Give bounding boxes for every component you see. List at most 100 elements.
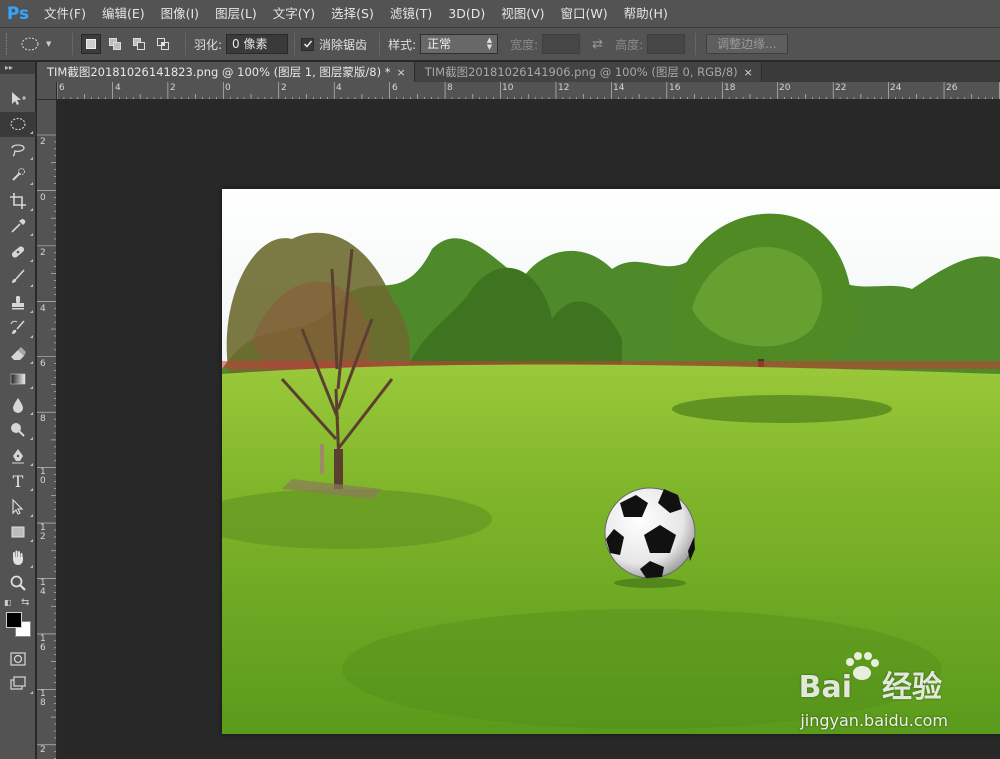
quick-mask-icon	[10, 652, 26, 666]
crop-icon	[10, 192, 26, 209]
tool-preset-picker[interactable]: ▼	[20, 32, 64, 56]
pen-tool[interactable]	[0, 443, 36, 469]
gradient-icon	[10, 373, 26, 385]
ruler-label: 14	[613, 83, 625, 93]
dodge-tool[interactable]	[0, 418, 36, 444]
document-tab-active[interactable]: TIM截图20181026141823.png @ 100% (图层 1, 图层…	[37, 62, 415, 82]
menu-window[interactable]: 窗口(W)	[553, 0, 616, 28]
type-tool[interactable]: T	[0, 469, 36, 495]
menu-image[interactable]: 图像(I)	[153, 0, 207, 28]
feather-input[interactable]: 0 像素	[226, 34, 289, 54]
add-selection-icon	[109, 38, 121, 50]
feather-label: 羽化:	[194, 37, 223, 52]
height-input[interactable]	[647, 34, 686, 54]
menu-edit[interactable]: 编辑(E)	[94, 0, 153, 28]
style-select[interactable]: 正常 ▲ ▼	[420, 34, 499, 54]
move-tool[interactable]	[0, 86, 36, 112]
quick-selection-tool[interactable]	[0, 163, 36, 189]
ellipse-marquee-icon	[10, 118, 26, 131]
lasso-icon	[11, 144, 25, 157]
menu-filter[interactable]: 滤镜(T)	[382, 0, 440, 28]
menu-view[interactable]: 视图(V)	[493, 0, 552, 28]
ruler-label: 24	[890, 83, 902, 93]
screen-mode-button[interactable]	[0, 672, 36, 698]
horizontal-ruler-ticks	[57, 82, 1000, 99]
history-brush-icon	[10, 320, 25, 335]
menu-3d[interactable]: 3D(D)	[440, 0, 493, 28]
document-canvas[interactable]: Bai 经验 jingyan.baidu.com	[222, 189, 1000, 734]
move-icon	[12, 91, 26, 105]
default-colors-icon[interactable]: ◧	[4, 598, 12, 607]
options-grip[interactable]	[6, 33, 10, 55]
tools-panel: ▸▸ T ◧ ⇆	[0, 62, 36, 759]
menu-file[interactable]: 文件(F)	[36, 0, 94, 28]
height-label: 高度:	[615, 37, 644, 52]
hand-tool[interactable]	[0, 545, 36, 571]
vertical-ruler[interactable]: 2 0 2 4 6 8 10 12 14 16 18 2	[37, 100, 57, 759]
close-icon[interactable]: ×	[744, 66, 753, 79]
pen-icon	[12, 448, 24, 464]
menu-bar: Ps 文件(F) 编辑(E) 图像(I) 图层(L) 文字(Y) 选择(S) 滤…	[0, 0, 1000, 28]
path-selection-icon	[12, 498, 24, 515]
clone-stamp-tool[interactable]	[0, 290, 36, 316]
lasso-tool[interactable]	[0, 137, 36, 163]
horizontal-ruler[interactable]: 6 4 2 0 2 4 6 8 10 12 14 16 18 20 22 24 …	[57, 82, 1000, 100]
menu-help[interactable]: 帮助(H)	[616, 0, 676, 28]
quick-selection-icon	[12, 168, 25, 181]
stamp-icon	[12, 295, 24, 310]
brush-tool[interactable]	[0, 265, 36, 291]
intersect-selection-button[interactable]	[153, 34, 173, 54]
ruler-label: 4	[40, 304, 46, 314]
options-bar: ▼ 羽化: 0 像素 消除锯齿 样式: 正常 ▲ ▼ 宽度: ⇄ 高度: 调整边缘…	[0, 28, 1000, 61]
new-selection-button[interactable]	[81, 34, 101, 54]
spot-healing-tool[interactable]	[0, 239, 36, 265]
ruler-label: 4	[115, 83, 121, 93]
crop-tool[interactable]	[0, 188, 36, 214]
swap-colors-icon[interactable]: ⇆	[21, 597, 29, 608]
photoshop-logo: Ps	[6, 3, 30, 24]
path-selection-tool[interactable]	[0, 494, 36, 520]
elliptical-marquee-tool[interactable]	[0, 111, 36, 137]
blur-tool[interactable]	[0, 392, 36, 418]
ruler-label: 6	[59, 83, 65, 93]
ruler-label: 8	[447, 83, 453, 93]
drop-icon	[13, 397, 23, 413]
zoom-tool[interactable]	[0, 571, 36, 597]
ruler-label: 2	[170, 83, 176, 93]
history-brush-tool[interactable]	[0, 316, 36, 342]
document-tab-inactive[interactable]: TIM截图20181026141906.png @ 100% (图层 0, RG…	[414, 62, 762, 82]
bandage-icon	[11, 246, 25, 258]
ruler-label: 18	[40, 689, 46, 708]
width-input[interactable]	[542, 34, 581, 54]
eyedropper-icon	[11, 219, 26, 233]
foreground-color-swatch[interactable]	[6, 612, 22, 628]
menu-type[interactable]: 文字(Y)	[265, 0, 323, 28]
brush-icon	[12, 269, 25, 284]
ruler-label: 12	[40, 523, 46, 542]
ruler-origin[interactable]	[37, 82, 57, 100]
add-selection-button[interactable]	[105, 34, 125, 54]
ruler-label: 2	[281, 83, 287, 93]
eyedropper-tool[interactable]	[0, 214, 36, 240]
ruler-label: 2	[40, 248, 46, 258]
tools-panel-header[interactable]: ▸▸	[0, 62, 35, 74]
ruler-label: 2	[40, 745, 46, 755]
updown-arrows-icon: ▲ ▼	[486, 36, 493, 51]
refine-edge-button[interactable]: 调整边缘...	[706, 34, 788, 54]
subtract-selection-button[interactable]	[129, 34, 149, 54]
canvas-workspace[interactable]: Bai 经验 jingyan.baidu.com	[57, 100, 1000, 759]
close-icon[interactable]: ×	[397, 66, 406, 79]
rectangle-tool[interactable]	[0, 520, 36, 546]
menu-layer[interactable]: 图层(L)	[207, 0, 265, 28]
menu-select[interactable]: 选择(S)	[323, 0, 382, 28]
gradient-tool[interactable]	[0, 367, 36, 393]
antialias-checkbox[interactable]	[301, 37, 315, 51]
screen-mode-icon	[10, 676, 26, 690]
ruler-label: 14	[40, 578, 46, 597]
subtract-selection-icon	[133, 38, 145, 50]
park-photo	[222, 189, 1000, 734]
swap-dimensions-icon[interactable]: ⇄	[592, 37, 603, 52]
quick-mask-button[interactable]	[0, 646, 36, 672]
ruler-label: 18	[724, 83, 736, 93]
eraser-tool[interactable]	[0, 341, 36, 367]
